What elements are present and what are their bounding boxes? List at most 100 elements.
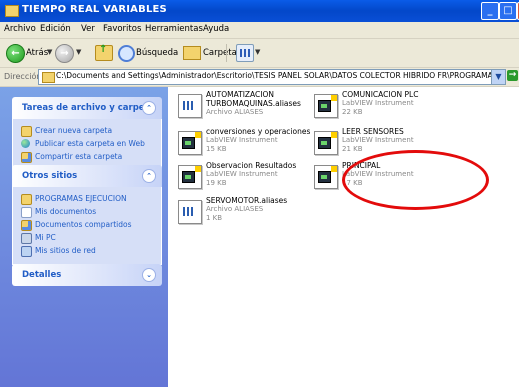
place-label[interactable]: Documentos compartidos bbox=[35, 220, 131, 229]
menu-herramientas[interactable]: Herramientas bbox=[145, 24, 203, 34]
labview-vi-icon bbox=[314, 131, 338, 155]
forward-dropdown-icon[interactable]: ▼ bbox=[76, 48, 81, 56]
aliases-file-icon bbox=[178, 200, 202, 224]
folder-up-icon[interactable]: ↑ bbox=[95, 44, 113, 61]
folder-icon bbox=[42, 72, 55, 83]
toolbar: ← Atrás ▼ → ▼ ↑ Búsqueda Carpetas ▼ bbox=[0, 39, 519, 68]
folder-icon bbox=[5, 5, 19, 17]
place-documentos-compartidos[interactable]: Documentos compartidos bbox=[13, 219, 161, 231]
new-folder-icon bbox=[21, 126, 32, 137]
back-arrow-icon[interactable]: ← bbox=[6, 44, 25, 63]
labview-vi-icon bbox=[178, 131, 202, 155]
chevron-up-icon[interactable]: ⌃ bbox=[142, 169, 156, 183]
address-label: Dirección bbox=[4, 72, 42, 81]
search-button-label[interactable]: Búsqueda bbox=[136, 48, 178, 58]
share-folder-icon bbox=[21, 152, 32, 163]
toolbar-separator bbox=[226, 44, 227, 62]
back-button-label[interactable]: Atrás bbox=[26, 48, 48, 58]
panel-body: PROGRAMAS EJECUCION Mis documentos Docum… bbox=[12, 187, 162, 265]
file-size: 22 KB bbox=[342, 108, 363, 116]
title-bar[interactable]: TIEMPO REAL VARIABLES _ □ × bbox=[0, 0, 519, 22]
place-programas-ejecucion[interactable]: PROGRAMAS EJECUCION bbox=[13, 193, 161, 205]
chevron-down-icon[interactable]: ⌄ bbox=[142, 268, 156, 282]
file-name: COMUNICACION PLC bbox=[342, 90, 419, 99]
go-arrow-icon[interactable]: → bbox=[507, 70, 518, 81]
file-name: conversiones y operaciones bbox=[206, 127, 311, 136]
place-mi-pc[interactable]: Mi PC bbox=[13, 232, 161, 244]
documents-icon bbox=[21, 207, 32, 218]
place-mis-sitios-de-red[interactable]: Mis sitios de red bbox=[13, 245, 161, 257]
file-tasks-panel: Tareas de archivo y carpeta ⌃ Crear nuev… bbox=[12, 97, 162, 171]
file-name: SERVOMOTOR.aliases bbox=[206, 196, 288, 205]
file-list: AUTOMATIZACION TURBOMAQUINAS.aliases Arc… bbox=[168, 87, 519, 387]
folder-icon bbox=[21, 194, 32, 205]
address-bar: Dirección C:\Documents and Settings\Admi… bbox=[0, 68, 519, 87]
file-size: 21 KB bbox=[342, 145, 363, 153]
address-dropdown-icon[interactable]: ▼ bbox=[491, 69, 506, 85]
folders-icon[interactable] bbox=[183, 46, 201, 60]
explorer-window: TIEMPO REAL VARIABLES _ □ × Archivo Edic… bbox=[0, 0, 519, 387]
place-label[interactable]: PROGRAMAS EJECUCION bbox=[35, 194, 127, 203]
highlight-ellipse bbox=[342, 150, 489, 210]
menu-favoritos[interactable]: Favoritos bbox=[103, 24, 141, 34]
panel-header[interactable]: Otros sitios ⌃ bbox=[12, 165, 162, 187]
address-field[interactable]: C:\Documents and Settings\Administrador\… bbox=[38, 69, 492, 85]
details-panel: Detalles ⌄ bbox=[12, 264, 162, 286]
place-label[interactable]: Mis sitios de red bbox=[35, 246, 96, 255]
task-share-folder[interactable]: Compartir esta carpeta bbox=[13, 151, 161, 163]
menu-ayuda[interactable]: Ayuda bbox=[203, 24, 229, 34]
minimize-button[interactable]: _ bbox=[481, 2, 499, 20]
file-name: AUTOMATIZACION TURBOMAQUINAS.aliases bbox=[206, 90, 301, 108]
file-type: LabVIEW Instrument bbox=[206, 136, 278, 144]
task-label[interactable]: Compartir esta carpeta bbox=[35, 152, 122, 161]
panel-body: Crear nueva carpeta Publicar esta carpet… bbox=[12, 119, 162, 171]
task-label[interactable]: Crear nueva carpeta bbox=[35, 126, 112, 135]
file-size: 19 KB bbox=[206, 179, 227, 187]
my-computer-icon bbox=[21, 233, 32, 244]
menu-bar: Archivo Edición Ver Favoritos Herramient… bbox=[0, 22, 519, 59]
place-mis-documentos[interactable]: Mis documentos bbox=[13, 206, 161, 218]
minimize-icon: _ bbox=[487, 5, 493, 16]
network-icon bbox=[21, 246, 32, 257]
file-item[interactable]: SERVOMOTOR.aliases Archivo ALIASES 1 KB bbox=[174, 196, 344, 236]
file-type: LabVIEW Instrument bbox=[342, 136, 414, 144]
file-item[interactable]: COMUNICACION PLC LabVIEW Instrument 22 K… bbox=[310, 90, 480, 130]
maximize-button[interactable]: □ bbox=[499, 2, 517, 20]
search-icon[interactable] bbox=[118, 45, 135, 62]
panel-title: Detalles bbox=[22, 270, 62, 280]
task-label[interactable]: Publicar esta carpeta en Web bbox=[35, 139, 145, 148]
panel-title: Otros sitios bbox=[22, 171, 78, 181]
views-dropdown-icon[interactable]: ▼ bbox=[255, 48, 260, 56]
chevron-up-icon[interactable]: ⌃ bbox=[142, 101, 156, 115]
forward-arrow-icon[interactable]: → bbox=[55, 44, 74, 63]
views-icon[interactable] bbox=[236, 44, 254, 62]
window-title: TIEMPO REAL VARIABLES bbox=[22, 4, 167, 15]
menu-ver[interactable]: Ver bbox=[81, 24, 95, 34]
menu-edicion[interactable]: Edición bbox=[40, 24, 71, 34]
file-type: Archivo ALIASES bbox=[206, 108, 264, 116]
task-create-folder[interactable]: Crear nueva carpeta bbox=[13, 125, 161, 137]
panel-header[interactable]: Tareas de archivo y carpeta ⌃ bbox=[12, 97, 162, 119]
panel-header[interactable]: Detalles ⌄ bbox=[12, 264, 162, 286]
labview-vi-icon bbox=[314, 94, 338, 118]
file-name: Observacion Resultados bbox=[206, 161, 297, 170]
address-path[interactable]: C:\Documents and Settings\Administrador\… bbox=[56, 71, 491, 80]
file-type: LabVIEW Instrument bbox=[206, 170, 278, 178]
menu-archivo[interactable]: Archivo bbox=[4, 24, 36, 34]
shared-documents-icon bbox=[21, 220, 32, 231]
file-name: LEER SENSORES bbox=[342, 127, 404, 136]
file-type: Archivo ALIASES bbox=[206, 205, 264, 213]
publish-web-icon bbox=[21, 139, 30, 148]
other-places-panel: Otros sitios ⌃ PROGRAMAS EJECUCION Mis d… bbox=[12, 165, 162, 265]
place-label[interactable]: Mi PC bbox=[35, 233, 56, 242]
task-pane: Tareas de archivo y carpeta ⌃ Crear nuev… bbox=[0, 87, 168, 387]
file-type: LabVIEW Instrument bbox=[342, 99, 414, 107]
back-dropdown-icon[interactable]: ▼ bbox=[47, 48, 52, 56]
task-publish-web[interactable]: Publicar esta carpeta en Web bbox=[13, 138, 161, 150]
labview-vi-icon bbox=[314, 165, 338, 189]
place-label[interactable]: Mis documentos bbox=[35, 207, 96, 216]
file-size: 1 KB bbox=[206, 214, 223, 222]
panel-title: Tareas de archivo y carpeta bbox=[22, 103, 155, 113]
file-size: 15 KB bbox=[206, 145, 227, 153]
maximize-icon: □ bbox=[503, 5, 513, 16]
